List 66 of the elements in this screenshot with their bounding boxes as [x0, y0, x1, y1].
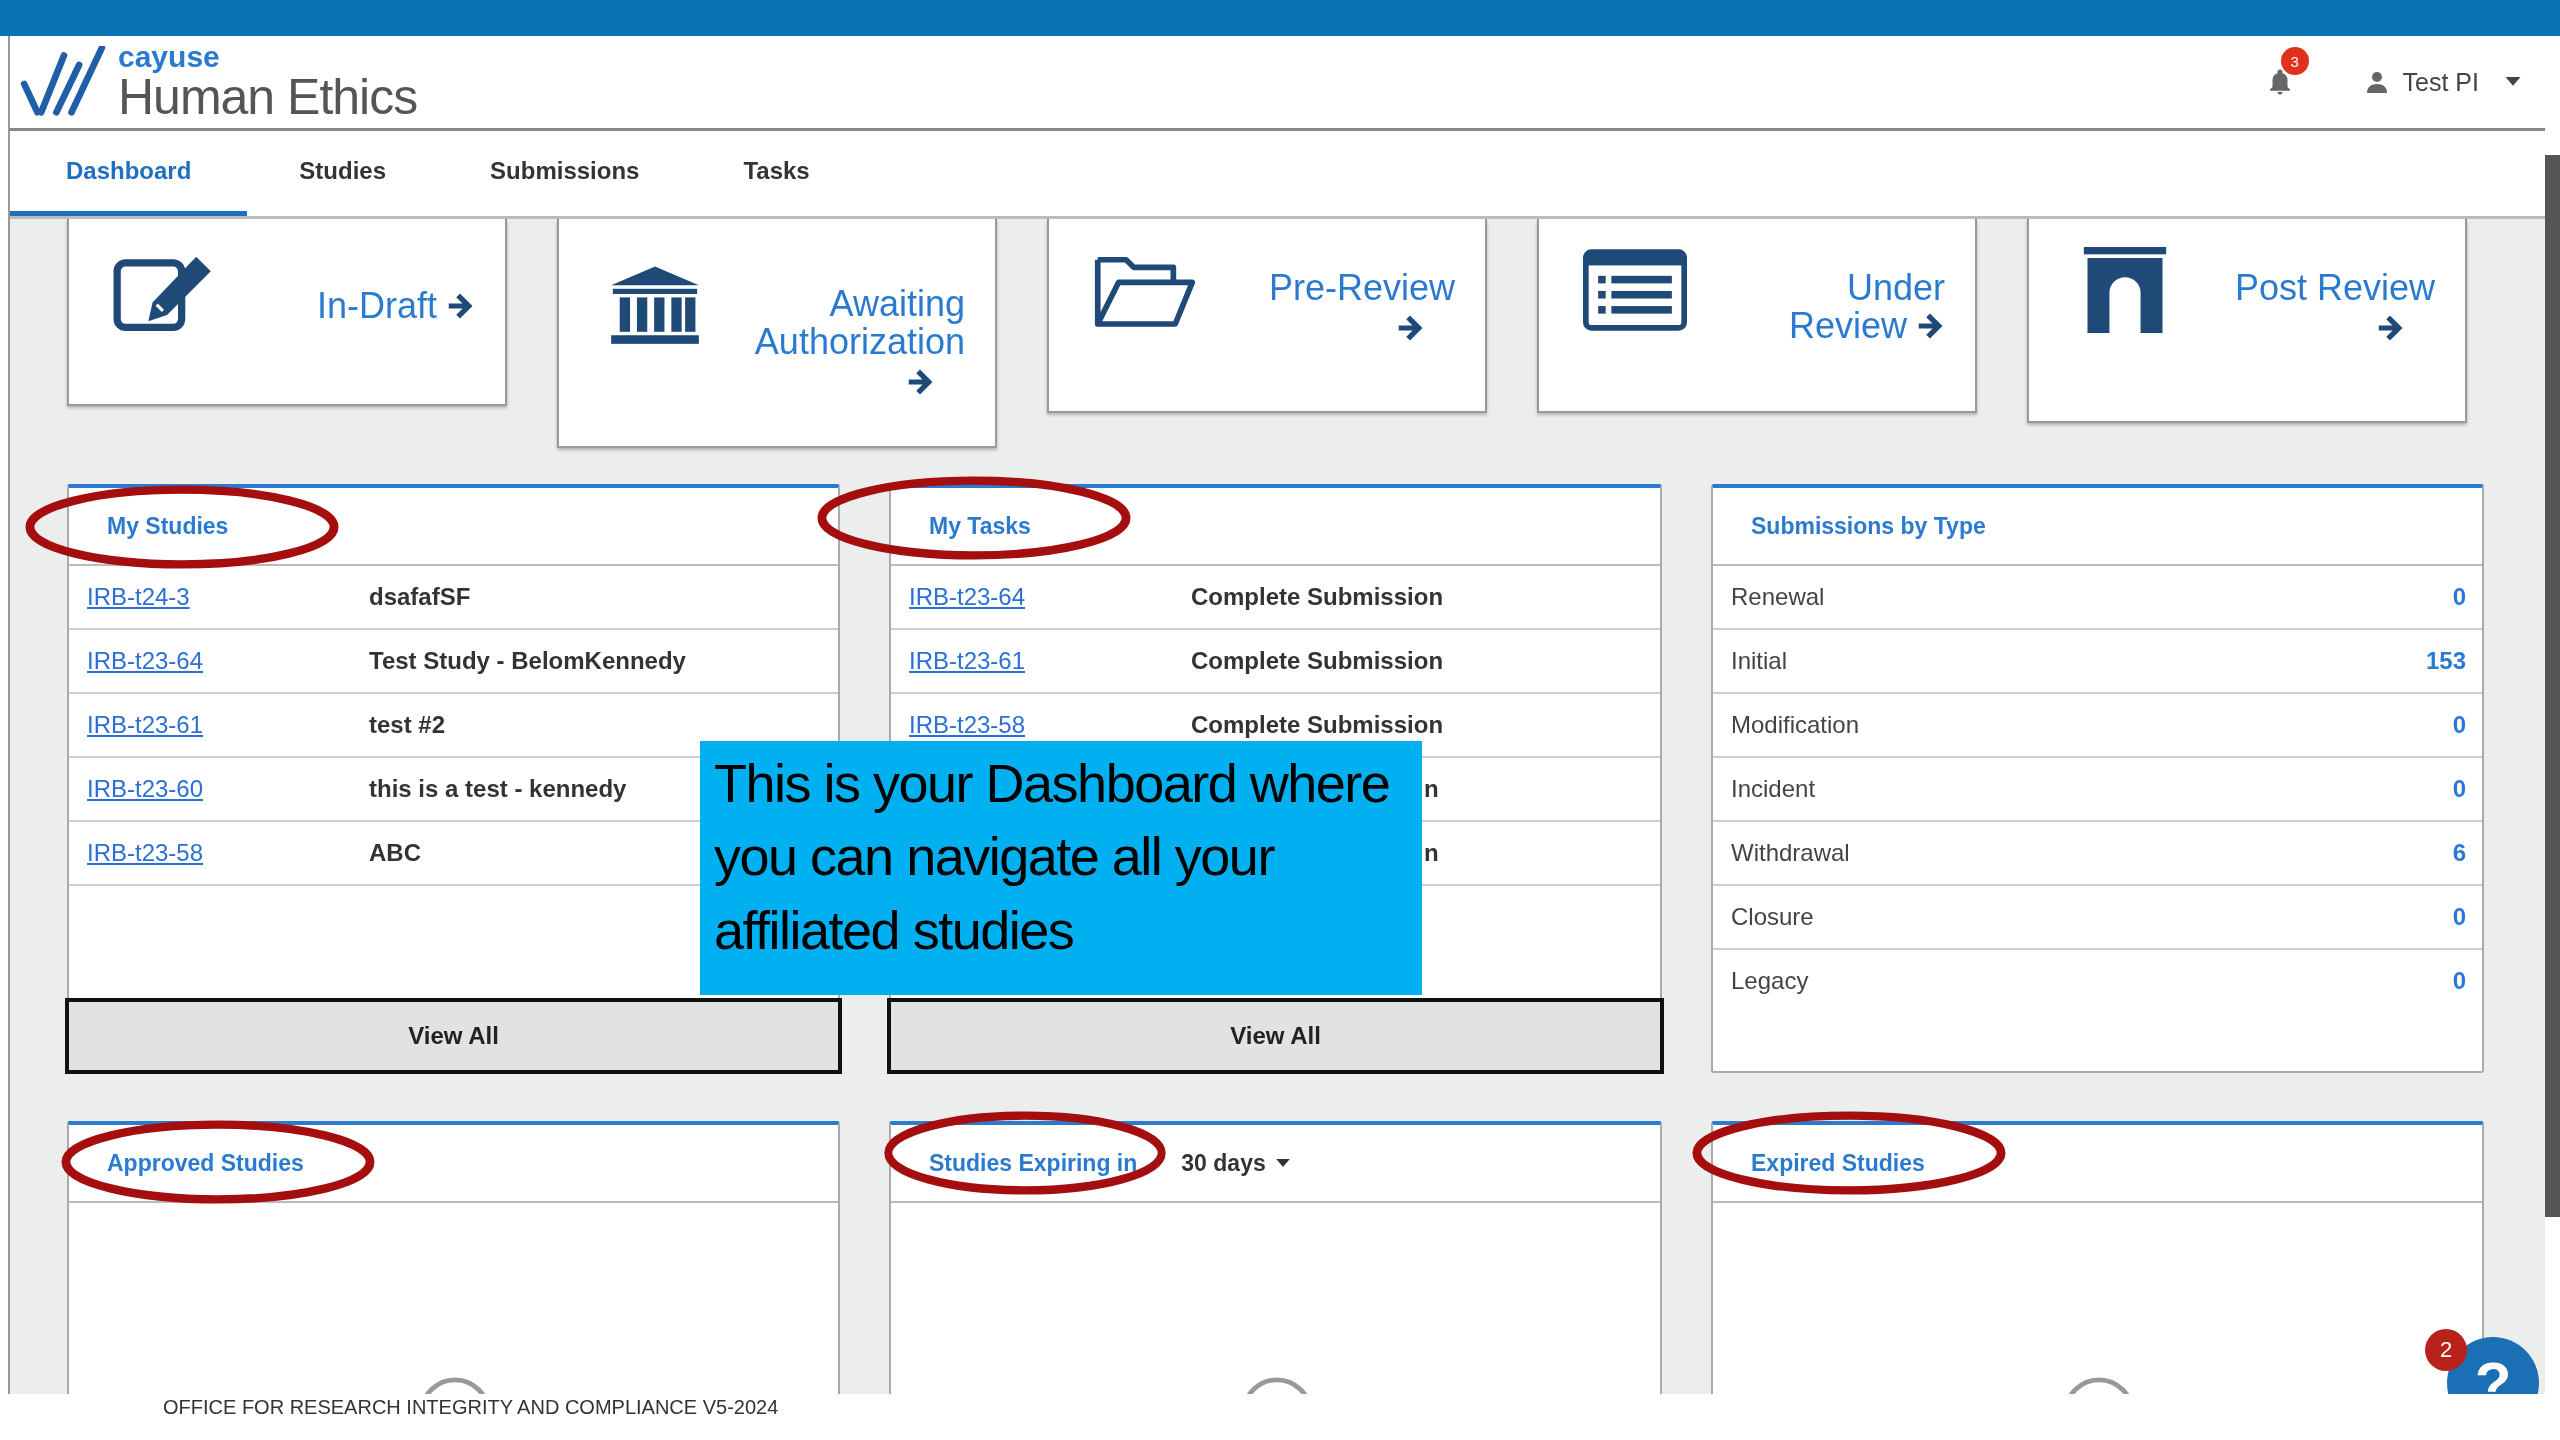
panel-title: Submissions by Type — [1751, 512, 1986, 540]
status-tile[interactable]: Awaiting Authorization — [557, 219, 997, 448]
user-menu[interactable]: Test PI — [2402, 67, 2479, 97]
tile-link[interactable]: Pre-Review — [1268, 269, 1455, 347]
user-icon — [2364, 70, 2389, 94]
task-action: Complete Submission — [1191, 647, 1444, 675]
submission-count: 0 — [2452, 583, 2466, 611]
caret-icon[interactable] — [1275, 1158, 1290, 1168]
status-tile[interactable]: Post Review — [2027, 219, 2467, 423]
logo-icon — [20, 46, 106, 118]
study-link[interactable]: IRB-t23-64 — [909, 583, 1191, 611]
study-link[interactable]: IRB-t23-64 — [87, 647, 369, 675]
submission-type: Incident — [1731, 775, 1816, 803]
notification-badge: 3 — [2280, 47, 2309, 75]
task-action: n — [1424, 839, 1439, 867]
submission-count: 0 — [2452, 967, 2466, 995]
study-title: Test Study - BelomKennedy — [369, 647, 686, 675]
tile-link[interactable]: Awaiting Authorization — [715, 285, 965, 401]
study-title: test #2 — [369, 711, 446, 739]
study-link[interactable]: IRB-t23-61 — [909, 647, 1191, 675]
status-tile[interactable]: Under Review — [1537, 219, 1977, 413]
tile-link[interactable]: In-Draft — [316, 287, 475, 325]
submission-count: 6 — [2452, 839, 2466, 867]
study-link[interactable]: IRB-t23-58 — [87, 839, 369, 867]
study-link[interactable]: IRB-t23-58 — [909, 711, 1191, 739]
submission-type: Withdrawal — [1731, 839, 1850, 867]
nav-tab[interactable]: Submissions — [438, 131, 692, 216]
study-link[interactable]: IRB-t23-60 — [87, 775, 369, 803]
submission-type: Modification — [1731, 711, 1860, 739]
brand-name: cayuse — [118, 42, 221, 72]
view-all-button[interactable]: View All — [887, 998, 1664, 1074]
footer-text: OFFICE FOR RESEARCH INTEGRITY AND COMPLIANCE V5-2024 — [163, 1395, 779, 1419]
study-link[interactable]: IRB-t24-3 — [87, 583, 369, 611]
product-name: Human Ethics — [118, 72, 418, 122]
tile-link[interactable]: Post Review — [2234, 269, 2435, 347]
panel-title: Approved Studies — [107, 1149, 304, 1177]
submission-count: 0 — [2452, 775, 2466, 803]
task-action: n — [1424, 775, 1439, 803]
submission-count: 0 — [2452, 903, 2466, 931]
status-tile[interactable]: In-Draft — [67, 219, 507, 406]
study-link[interactable]: IRB-t23-61 — [87, 711, 369, 739]
panel-title: Expired Studies — [1751, 1149, 1925, 1177]
submission-type: Renewal — [1731, 583, 1825, 611]
scrollbar[interactable] — [2545, 155, 2560, 1217]
callout-tooltip: This is your Dashboard where you can navigate all your affiliated studies — [700, 741, 1422, 995]
submission-count: 0 — [2452, 711, 2466, 739]
study-title: this is a test - kennedy — [369, 775, 627, 803]
period-select[interactable]: 30 days — [1181, 1149, 1266, 1177]
caret-icon[interactable] — [2505, 77, 2521, 87]
list-icon — [1583, 247, 1687, 333]
panel-title: My Tasks — [929, 512, 1031, 540]
status-tile[interactable]: Pre-Review — [1047, 219, 1487, 413]
submission-type: Initial — [1731, 647, 1788, 675]
task-action: Complete Submission — [1191, 583, 1444, 611]
view-all-button[interactable]: View All — [65, 998, 842, 1074]
study-title: ABC — [369, 839, 421, 867]
submission-type: Legacy — [1731, 967, 1809, 995]
panel-title: My Studies — [107, 512, 229, 540]
study-title: dsafafSF — [369, 583, 471, 611]
tile-link[interactable]: Under Review — [1755, 269, 1945, 345]
nav-tab[interactable]: Studies — [247, 131, 439, 216]
submission-count: 153 — [2425, 647, 2466, 675]
task-action: Complete Submission — [1191, 711, 1444, 739]
submission-type: Closure — [1731, 903, 1814, 931]
panel-title: Studies Expiring in — [929, 1149, 1138, 1177]
nav-tab[interactable]: Tasks — [691, 131, 862, 216]
